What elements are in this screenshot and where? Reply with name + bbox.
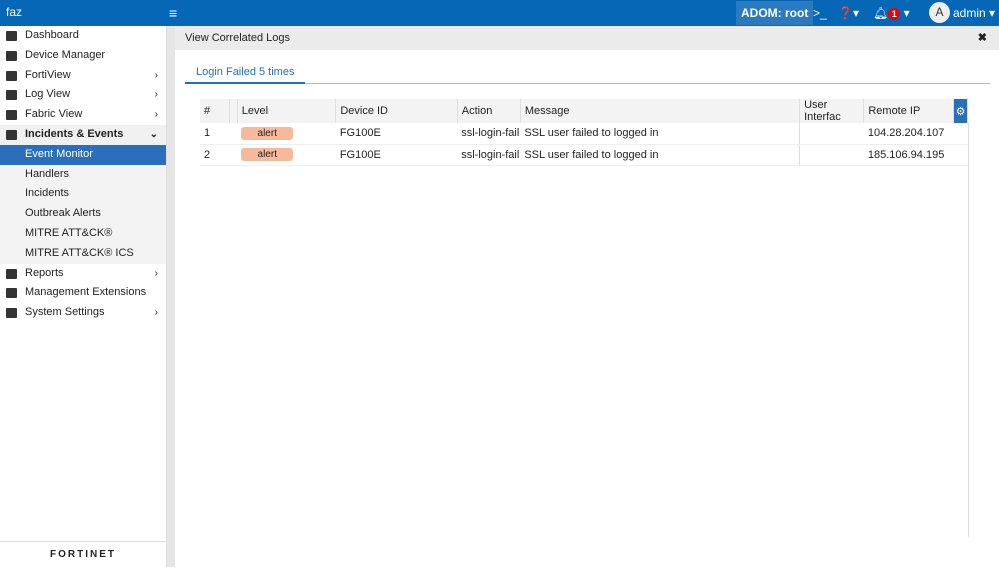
table-cell: 185.106.94.195 xyxy=(863,144,954,166)
notification-badge: 1 xyxy=(888,8,901,20)
chevron-icon[interactable]: › xyxy=(155,264,158,284)
table-cell: FG100E xyxy=(335,144,458,166)
column-header[interactable]: Remote IP xyxy=(863,99,955,123)
chevron-icon[interactable]: ⌄ xyxy=(150,125,158,145)
sidebar-item-dashboard[interactable]: Dashboard xyxy=(0,26,166,46)
table-cell: SSL user failed to logged in xyxy=(520,123,800,145)
fortinet-logo: FORTINET xyxy=(0,541,166,567)
sidebar-item-reports[interactable]: Reports › xyxy=(0,264,166,284)
sidebar-item-label: Log View xyxy=(25,88,71,101)
bell-icon[interactable]: 🔔︎ 1 ▾ xyxy=(873,6,910,20)
tab-login-failed[interactable]: Login Failed 5 times xyxy=(185,62,306,84)
user-name: admin xyxy=(953,6,986,20)
table-row[interactable]: 2 alert FG100E ssl-login-fail SSL user faile… xyxy=(200,144,968,166)
sidebar-item-system-settings[interactable]: System Settings › xyxy=(0,303,166,323)
table-cell: 104.28.204.107 xyxy=(863,123,954,145)
sidebar-item-management-extensions[interactable]: Management Extensions xyxy=(0,283,166,303)
table-cell: ssl-login-fail xyxy=(457,123,521,145)
table-row[interactable]: 1 alert FG100E ssl-login-fail SSL user faile… xyxy=(200,123,968,145)
sidebar-item-fortiview[interactable]: FortiView › xyxy=(0,66,166,86)
sidebar-item-label: MITRE ATT&CK® xyxy=(25,226,113,239)
sidebar-item-incidents[interactable]: Incidents xyxy=(0,184,166,205)
sidebar-item-label: Reports xyxy=(25,266,64,279)
sidebar-item-outbreak-alerts[interactable]: Outbreak Alerts xyxy=(0,204,166,224)
panel-header: View Correlated Logs ✖ xyxy=(175,26,999,50)
table-cell: 2 xyxy=(200,144,230,166)
sidebar-item-mitre-att-ck-ics[interactable]: MITRE ATT&CK® ICS xyxy=(0,243,166,264)
table-cell xyxy=(229,123,238,145)
sidebar-item-event-monitor[interactable]: Event Monitor xyxy=(0,144,166,165)
tab-bar: Login Failed 5 times xyxy=(185,62,990,84)
sidebar-item-label: Management Extensions xyxy=(25,286,147,299)
table-cell: SSL user failed to logged in xyxy=(520,144,800,166)
sidebar-item-label: Outbreak Alerts xyxy=(25,207,101,220)
sidebar-item-device-manager[interactable]: Device Manager xyxy=(0,46,166,66)
device-icon xyxy=(6,50,17,61)
column-header[interactable]: # xyxy=(200,99,230,123)
column-header[interactable]: Action xyxy=(457,99,521,123)
column-settings-gear-icon[interactable]: ⚙ xyxy=(953,99,968,123)
top-bar: faz ≡ ADOM: root >_ ❓▾ 🔔︎ 1 ▾ A admin ▾ xyxy=(0,0,999,26)
divider xyxy=(968,123,969,537)
adom-button[interactable]: ADOM: root xyxy=(736,1,814,25)
level-badge: alert xyxy=(241,148,294,161)
cell-level: alert xyxy=(237,123,336,145)
gear-icon xyxy=(6,308,17,319)
help-icon[interactable]: ❓▾ xyxy=(838,6,859,20)
sidebar-item-label: MITRE ATT&CK® ICS xyxy=(25,246,134,259)
chevron-icon[interactable]: › xyxy=(155,85,158,105)
page-title: View Correlated Logs xyxy=(185,32,290,44)
sidebar-item-handlers[interactable]: Handlers xyxy=(0,164,166,185)
extensions-icon xyxy=(6,288,17,299)
table-cell xyxy=(799,123,864,145)
main-panel: View Correlated Logs ✖ Login Failed 5 tim… xyxy=(175,26,999,567)
sidebar: Dashboard Device Manager FortiView › Log Vie… xyxy=(0,26,167,567)
sidebar-item-label: Incidents xyxy=(25,187,70,200)
sidebar-item-incidents-events[interactable]: Incidents & Events ⌄ xyxy=(0,124,166,145)
sidebar-item-label: Device Manager xyxy=(25,48,106,61)
column-header[interactable]: Message xyxy=(520,99,801,123)
incidents-icon xyxy=(6,129,17,140)
menu-icon[interactable]: ≡ xyxy=(169,5,177,21)
reports-icon xyxy=(6,268,17,279)
table-cell: ssl-login-fail xyxy=(457,144,521,166)
column-header[interactable] xyxy=(229,99,238,123)
fabric-icon xyxy=(6,110,17,121)
level-badge: alert xyxy=(241,126,294,140)
column-header[interactable]: Level xyxy=(237,99,337,123)
sidebar-item-label: System Settings xyxy=(25,306,105,319)
sidebar-item-label: Dashboard xyxy=(25,29,79,41)
terminal-icon[interactable]: >_ xyxy=(813,6,827,20)
sidebar-resizer[interactable] xyxy=(167,26,175,567)
chevron-icon[interactable]: › xyxy=(155,303,158,323)
sidebar-item-label: Fabric View xyxy=(25,108,83,121)
chevron-icon[interactable]: › xyxy=(155,66,158,86)
user-menu[interactable]: admin ▾ xyxy=(953,6,995,20)
logs-table: # Level Device ID Action Message User Interfa… xyxy=(200,99,968,166)
table-cell xyxy=(229,144,238,166)
chevron-icon[interactable]: › xyxy=(155,105,158,125)
sidebar-item-label: Incidents & Events xyxy=(25,127,124,140)
avatar[interactable]: A xyxy=(929,2,950,23)
table-cell: 1 xyxy=(200,123,230,145)
column-header[interactable]: Device ID xyxy=(335,99,458,123)
logo[interactable]: faz xyxy=(6,5,22,19)
close-icon[interactable]: ✖ xyxy=(978,26,987,50)
cell-level: alert xyxy=(237,144,336,166)
sidebar-item-label: FortiView xyxy=(25,68,71,81)
sidebar-item-label: Event Monitor xyxy=(25,147,93,160)
sidebar-item-log-view[interactable]: Log View › xyxy=(0,85,166,105)
sidebar-item-mitre-att-ck-[interactable]: MITRE ATT&CK® xyxy=(0,223,166,244)
column-header[interactable]: User Interfac xyxy=(799,99,865,123)
dashboard-icon xyxy=(6,31,17,41)
table-cell xyxy=(799,144,864,166)
table-cell: FG100E xyxy=(335,123,458,145)
sidebar-item-label: Handlers xyxy=(25,167,70,180)
fortiview-icon xyxy=(6,70,17,81)
log-icon xyxy=(6,90,17,101)
sidebar-item-fabric-view[interactable]: Fabric View › xyxy=(0,105,166,125)
